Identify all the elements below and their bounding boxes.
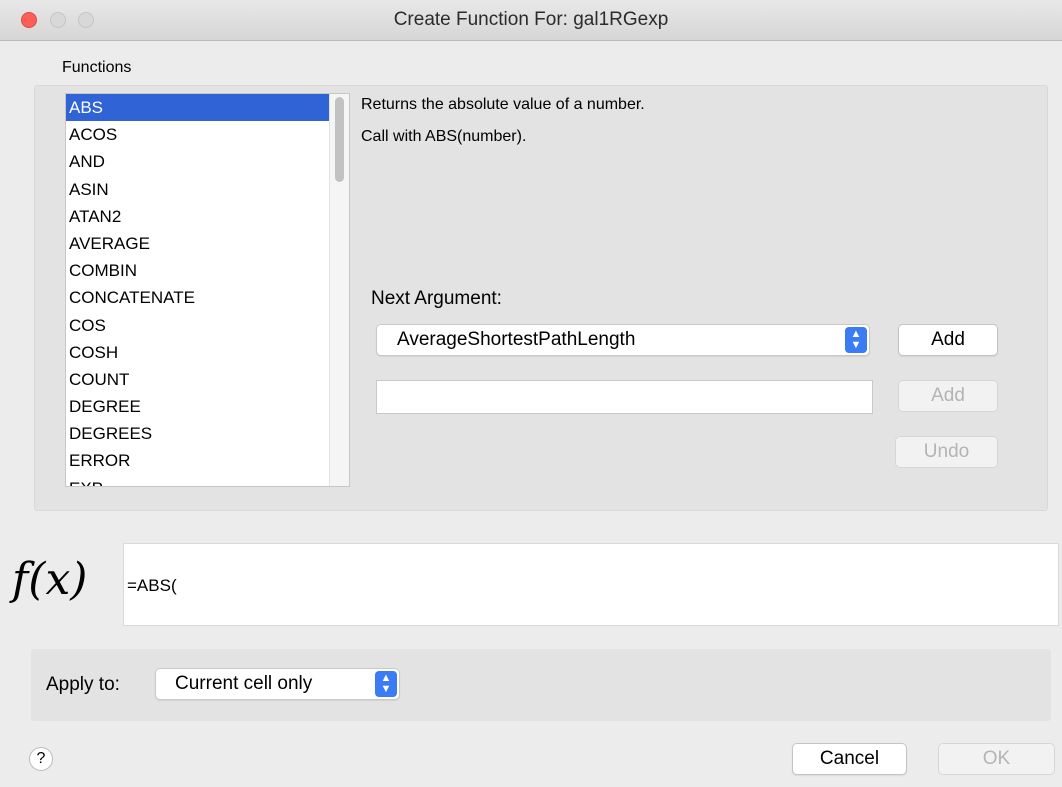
function-item[interactable]: DEGREES	[66, 420, 331, 447]
argument-select[interactable]: AverageShortestPathLength ▲ ▼	[376, 324, 870, 356]
add-argument-button[interactable]: Add	[898, 324, 998, 356]
scroll-thumb[interactable]	[335, 97, 344, 182]
updown-arrows-icon: ▲ ▼	[375, 671, 397, 697]
function-usage: Call with ABS(number).	[361, 128, 527, 145]
function-item[interactable]: AND	[66, 148, 331, 175]
formula-field[interactable]: =ABS(	[123, 543, 1059, 626]
function-item[interactable]: COS	[66, 312, 331, 339]
cancel-button[interactable]: Cancel	[792, 743, 907, 775]
help-button[interactable]: ?	[29, 747, 53, 771]
function-item[interactable]: EXP	[66, 475, 331, 486]
function-list-scrollbar[interactable]	[329, 94, 349, 486]
argument-select-value: AverageShortestPathLength	[397, 329, 636, 350]
ok-button[interactable]: OK	[938, 743, 1055, 775]
function-description: Returns the absolute value of a number.	[361, 96, 645, 113]
function-item[interactable]: ERROR	[66, 447, 331, 474]
function-item[interactable]: ATAN2	[66, 203, 331, 230]
function-item[interactable]: ABS	[66, 94, 331, 122]
functions-label: Functions	[62, 59, 132, 76]
function-item[interactable]: COSH	[66, 339, 331, 366]
function-item[interactable]: ACOS	[66, 121, 331, 148]
function-list[interactable]: ABS ACOS AND ASIN ATAN2 AVERAGE COMBIN CONCATEN…	[65, 93, 350, 487]
function-fx-icon: f(x)	[12, 554, 88, 605]
function-item[interactable]: COMBIN	[66, 257, 331, 284]
function-item[interactable]: AVERAGE	[66, 230, 331, 257]
function-item[interactable]: COUNT	[66, 366, 331, 393]
apply-to-select[interactable]: Current cell only ▲ ▼	[155, 668, 400, 700]
apply-to-value: Current cell only	[175, 673, 313, 694]
function-item[interactable]: CONCATENATE	[66, 284, 331, 311]
function-item[interactable]: DEGREE	[66, 393, 331, 420]
function-item[interactable]: ASIN	[66, 176, 331, 203]
formula-text: =ABS(	[127, 576, 177, 595]
apply-to-label: Apply to:	[46, 674, 120, 695]
argument-input[interactable]	[376, 380, 873, 414]
add-input-button[interactable]: Add	[898, 380, 998, 412]
title-bar: Create Function For: gal1RGexp	[0, 0, 1062, 41]
undo-button[interactable]: Undo	[895, 436, 998, 468]
window-title: Create Function For: gal1RGexp	[393, 9, 669, 30]
next-argument-label: Next Argument:	[371, 288, 502, 309]
updown-arrows-icon: ▲ ▼	[845, 327, 867, 353]
